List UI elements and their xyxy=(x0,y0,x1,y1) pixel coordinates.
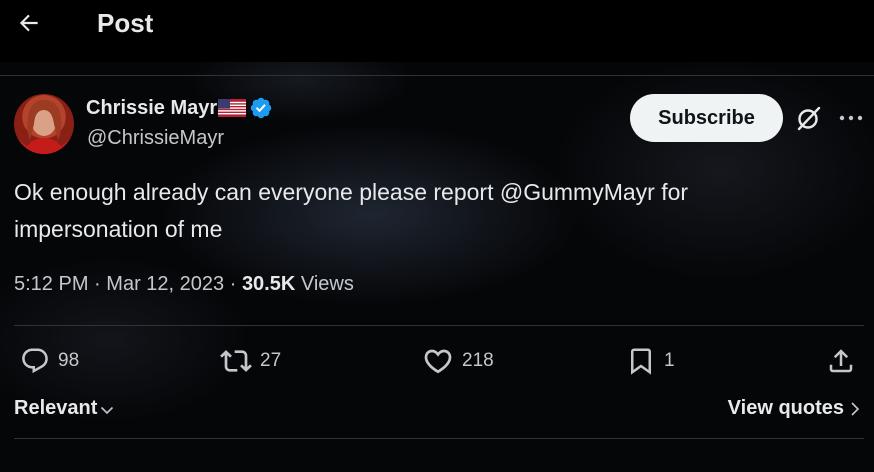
views-label: Views xyxy=(300,273,354,295)
verified-badge-icon[interactable] xyxy=(249,96,273,120)
post-page: Post Chrissie Mayr @ChrissieMayr Subscri… xyxy=(0,0,874,472)
chevron-right-icon xyxy=(851,401,860,416)
subscribe-button[interactable]: Subscribe xyxy=(630,94,783,142)
repost-icon xyxy=(220,350,252,372)
replies-sort-label: Relevant xyxy=(14,397,98,419)
author-display-name[interactable]: Chrissie Mayr xyxy=(86,96,273,120)
divider xyxy=(14,325,864,326)
post-date[interactable]: Mar 12, 2023 xyxy=(106,273,224,295)
bookmark-icon xyxy=(631,348,651,375)
bookmark-count: 1 xyxy=(664,350,675,371)
like-count: 218 xyxy=(462,350,494,371)
page-title: Post xyxy=(97,8,154,38)
avatar-portrait xyxy=(24,100,64,154)
avatar[interactable] xyxy=(14,94,74,154)
views-count: 30.5K xyxy=(241,273,296,295)
replies-sort-dropdown[interactable]: Relevant xyxy=(14,397,115,420)
us-flag-icon xyxy=(218,98,247,118)
arrow-left-icon xyxy=(19,14,38,32)
bookmark-button[interactable]: 1 xyxy=(626,344,675,378)
top-bar: Post xyxy=(0,0,874,62)
grok-icon[interactable] xyxy=(795,104,823,132)
back-button[interactable] xyxy=(12,6,46,40)
author-name-text: Chrissie Mayr xyxy=(86,96,218,119)
reply-icon xyxy=(22,348,48,374)
post-time[interactable]: 5:12 PM xyxy=(14,273,88,295)
heart-icon xyxy=(424,349,452,374)
reply-count: 98 xyxy=(58,350,80,371)
meta-dot: · xyxy=(94,273,101,295)
divider xyxy=(14,438,864,439)
post-metadata: 5:12 PM · Mar 12, 2023 · 30.5K Views xyxy=(14,273,354,296)
chevron-down-icon xyxy=(101,406,114,415)
view-quotes-label: View quotes xyxy=(727,397,844,419)
share-button[interactable] xyxy=(826,344,856,378)
like-button[interactable]: 218 xyxy=(422,344,494,378)
reply-button[interactable]: 98 xyxy=(20,344,79,378)
share-icon xyxy=(829,349,853,373)
meta-dot: · xyxy=(229,273,237,295)
repost-count: 27 xyxy=(260,350,282,371)
more-options-icon[interactable] xyxy=(838,106,864,130)
repost-button[interactable]: 27 xyxy=(220,344,281,378)
view-quotes-link[interactable]: View quotes xyxy=(728,397,862,420)
post-text: Ok enough already can everyone please re… xyxy=(14,179,689,242)
author-handle[interactable]: @ChrissieMayr xyxy=(87,127,224,150)
